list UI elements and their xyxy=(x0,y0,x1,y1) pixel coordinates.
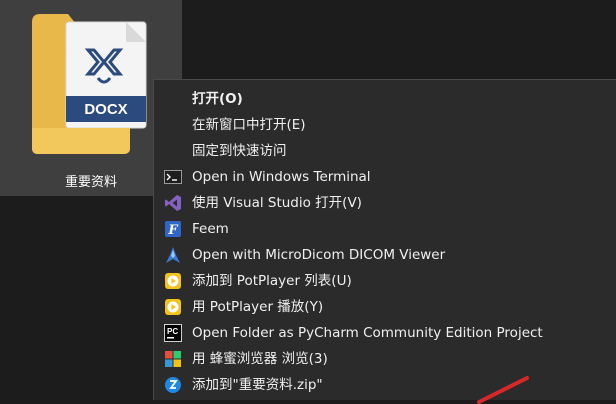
menu-item-label: 在新窗口中打开(E) xyxy=(192,117,306,133)
potplayer-icon xyxy=(164,272,182,290)
menu-item-label: Open with MicroDicom DICOM Viewer xyxy=(192,247,446,263)
docx-badge-text: DOCX xyxy=(84,101,127,118)
menu-item-label: Open in Windows Terminal xyxy=(192,169,371,185)
menu-item-label: 添加到 PotPlayer 列表(U) xyxy=(192,273,352,289)
menu-item-open[interactable]: 打开(O) xyxy=(154,86,616,112)
feem-icon: F xyxy=(164,220,182,238)
menu-item-label: 用 PotPlayer 播放(Y) xyxy=(192,299,324,315)
terminal-icon xyxy=(164,168,182,186)
menu-item-potplayer-add[interactable]: 添加到 PotPlayer 列表(U) xyxy=(154,268,616,294)
zip-archive-icon xyxy=(164,376,182,394)
menu-item-add-to-zip[interactable]: 添加到"重要资料.zip" xyxy=(154,372,616,398)
microdicom-icon xyxy=(164,246,182,264)
pycharm-icon: PC xyxy=(164,324,182,342)
svg-text:F: F xyxy=(167,223,178,238)
visual-studio-icon xyxy=(164,194,182,212)
menu-item-microdicom[interactable]: Open with MicroDicom DICOM Viewer xyxy=(154,242,616,268)
folder-with-docx-icon: DOCX xyxy=(32,14,147,154)
menu-item-potplayer-play[interactable]: 用 PotPlayer 播放(Y) xyxy=(154,294,616,320)
svg-text:PC: PC xyxy=(167,327,178,336)
menu-item-label: Open Folder as PyCharm Community Edition… xyxy=(192,325,543,341)
honey-browser-icon xyxy=(164,350,182,368)
menu-item-honey-browser[interactable]: 用 蜂蜜浏览器 浏览(3) xyxy=(154,346,616,372)
menu-item-label: 使用 Visual Studio 打开(V) xyxy=(192,195,362,211)
menu-item-label: 用 蜂蜜浏览器 浏览(3) xyxy=(192,351,328,367)
menu-item-visual-studio[interactable]: 使用 Visual Studio 打开(V) xyxy=(154,190,616,216)
menu-item-open-new-window[interactable]: 在新窗口中打开(E) xyxy=(154,112,616,138)
menu-item-windows-terminal[interactable]: Open in Windows Terminal xyxy=(154,164,616,190)
menu-item-pycharm[interactable]: PC Open Folder as PyCharm Community Edit… xyxy=(154,320,616,346)
menu-item-label: 打开(O) xyxy=(192,91,243,107)
menu-item-pin-quick-access[interactable]: 固定到快速访问 xyxy=(154,138,616,164)
menu-item-label: Feem xyxy=(192,221,229,237)
context-menu: 打开(O) 在新窗口中打开(E) 固定到快速访问 Open in Windows… xyxy=(153,79,616,400)
potplayer-icon xyxy=(164,298,182,316)
menu-item-label: 添加到"重要资料.zip" xyxy=(192,377,323,393)
menu-item-label: 固定到快速访问 xyxy=(192,143,287,159)
menu-item-feem[interactable]: F Feem xyxy=(154,216,616,242)
